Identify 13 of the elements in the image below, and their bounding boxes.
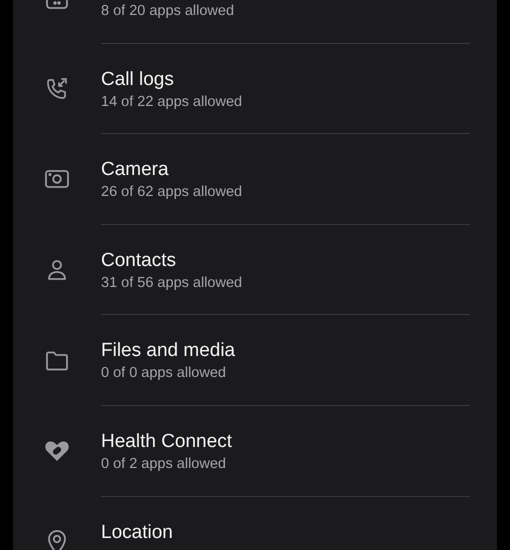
permission-summary: 0 of 0 apps allowed xyxy=(101,364,226,384)
permission-summary: 0 of 2 apps allowed xyxy=(101,454,226,474)
permission-title[interactable]: Camera xyxy=(101,158,169,182)
permission-title[interactable]: Files and media xyxy=(101,339,236,364)
phone-icon xyxy=(44,76,70,102)
permission-summary: 14 of 22 apps allowed xyxy=(101,92,242,112)
permission-title[interactable]: Call logs xyxy=(101,68,174,92)
permission-summary: 26 of 62 apps allowed xyxy=(101,183,242,202)
permission-summary: 8 of 20 apps allowed xyxy=(101,2,234,21)
permission-title[interactable]: Location xyxy=(101,520,173,545)
permission-summary: 31 of 56 apps allowed xyxy=(101,274,242,293)
permission-title[interactable]: Health Connect xyxy=(101,430,232,454)
permission-title[interactable]: Contacts xyxy=(101,248,176,273)
